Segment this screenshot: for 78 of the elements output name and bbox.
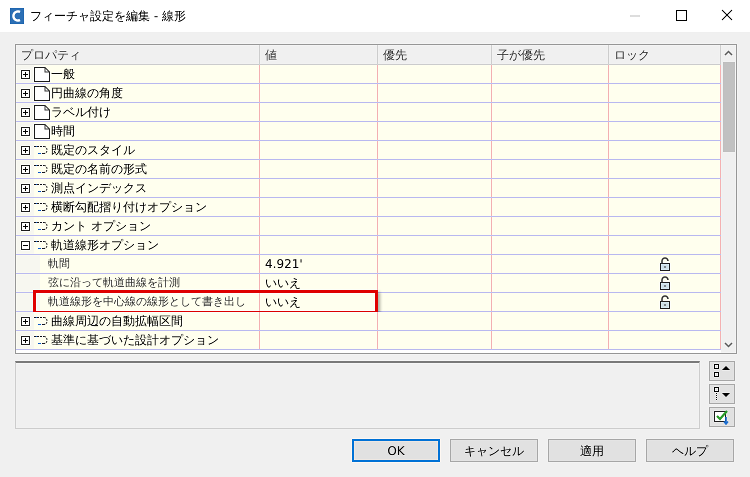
dialog-button[interactable]: OK: [352, 439, 440, 462]
category-label[interactable]: 既定のスタイル: [51, 141, 135, 159]
expand-all-button[interactable]: [709, 361, 735, 381]
dialog-button[interactable]: ヘルプ: [646, 439, 734, 462]
linked-style-icon: [34, 239, 50, 251]
category-label[interactable]: 曲線周辺の自動拡幅区間: [51, 312, 183, 330]
column-header[interactable]: プロパティ: [16, 45, 260, 64]
table-row[interactable]: カント オプション: [16, 217, 721, 236]
linked-style-icon: [34, 220, 50, 232]
checkmark-icon: [713, 409, 731, 425]
page-icon: [34, 86, 50, 100]
expand-icon[interactable]: [20, 88, 30, 98]
open-padlock-icon[interactable]: [658, 295, 670, 309]
table-row[interactable]: 基準に基づいた設計オプション: [16, 331, 721, 350]
table-row[interactable]: 曲線周辺の自動拡幅区間: [16, 312, 721, 331]
dialog-button[interactable]: キャンセル: [450, 439, 538, 462]
table-row[interactable]: ラベル付け: [16, 103, 721, 122]
expand-icon[interactable]: [20, 202, 30, 212]
category-label[interactable]: 一般: [51, 65, 75, 83]
table-row[interactable]: 既定の名前の形式: [16, 160, 721, 179]
expand-icon[interactable]: [20, 222, 30, 230]
expand-button[interactable]: [709, 384, 735, 404]
dialog-button[interactable]: 適用: [548, 439, 636, 462]
table-row[interactable]: 軌間 4.921': [16, 255, 721, 274]
property-label: 軌間: [48, 256, 70, 272]
linked-style-icon: [34, 182, 50, 194]
collapse-icon[interactable]: [20, 240, 30, 250]
apply-check-button[interactable]: [709, 407, 735, 427]
category-label[interactable]: カント オプション: [51, 217, 151, 235]
category-label[interactable]: ラベル付け: [51, 103, 111, 121]
category-label[interactable]: 測点インデックス: [51, 179, 147, 197]
table-row[interactable]: 軌道線形を中心線の線形として書き出し いいえ: [16, 293, 721, 312]
app-logo-icon: [10, 8, 24, 24]
open-padlock-icon[interactable]: [658, 276, 670, 290]
property-value[interactable]: いいえ: [265, 274, 301, 292]
table-row[interactable]: 一般: [16, 65, 721, 84]
expand-icon[interactable]: [20, 70, 30, 78]
open-padlock-icon[interactable]: [658, 257, 670, 271]
linked-style-icon: [34, 334, 50, 346]
column-header[interactable]: 優先: [378, 45, 492, 64]
property-label: 軌道線形を中心線の線形として書き出し: [48, 294, 246, 310]
property-label: 弦に沿って軌道曲線を計測: [48, 274, 180, 291]
table-row[interactable]: 円曲線の角度: [16, 84, 721, 103]
expand-icon[interactable]: [20, 184, 30, 192]
property-value[interactable]: 4.921': [265, 255, 303, 273]
table-row[interactable]: 弦に沿って軌道曲線を計測 いいえ: [16, 274, 721, 293]
page-icon: [34, 66, 50, 82]
expand-icon[interactable]: [20, 126, 30, 136]
scroll-thumb[interactable]: [722, 62, 734, 152]
category-label[interactable]: 横断勾配摺り付けオプション: [51, 198, 207, 216]
category-label[interactable]: 時間: [51, 122, 75, 140]
table-row[interactable]: 軌道線形オプション: [16, 236, 721, 255]
expand-icon[interactable]: [20, 164, 30, 174]
tree-expand-icon: [713, 387, 731, 401]
column-header[interactable]: 子が優先: [492, 45, 609, 64]
tree-collapse-icon: [713, 364, 731, 378]
table-row[interactable]: 測点インデックス: [16, 179, 721, 198]
table-row[interactable]: 時間: [16, 122, 721, 141]
column-header[interactable]: 値: [260, 45, 378, 64]
scrollbar[interactable]: [721, 45, 736, 353]
linked-style-icon: [34, 201, 50, 213]
linked-style-icon: [34, 163, 50, 175]
expand-icon[interactable]: [20, 336, 30, 344]
table-row[interactable]: 既定のスタイル: [16, 141, 721, 160]
expand-icon[interactable]: [20, 316, 30, 326]
page-icon: [34, 104, 50, 120]
table-row[interactable]: 横断勾配摺り付けオプション: [16, 198, 721, 217]
category-label[interactable]: 基準に基づいた設計オプション: [51, 331, 219, 349]
category-label[interactable]: 既定の名前の形式: [51, 160, 147, 178]
property-value[interactable]: いいえ: [265, 293, 301, 311]
window-title: フィーチャ設定を編集 - 線形: [30, 8, 186, 25]
page-icon: [34, 124, 50, 138]
category-label[interactable]: 軌道線形オプション: [51, 236, 159, 254]
linked-style-icon: [34, 144, 50, 156]
expand-icon[interactable]: [20, 146, 30, 154]
expand-icon[interactable]: [20, 108, 30, 116]
linked-style-icon: [34, 315, 50, 327]
category-label[interactable]: 円曲線の角度: [51, 84, 123, 102]
